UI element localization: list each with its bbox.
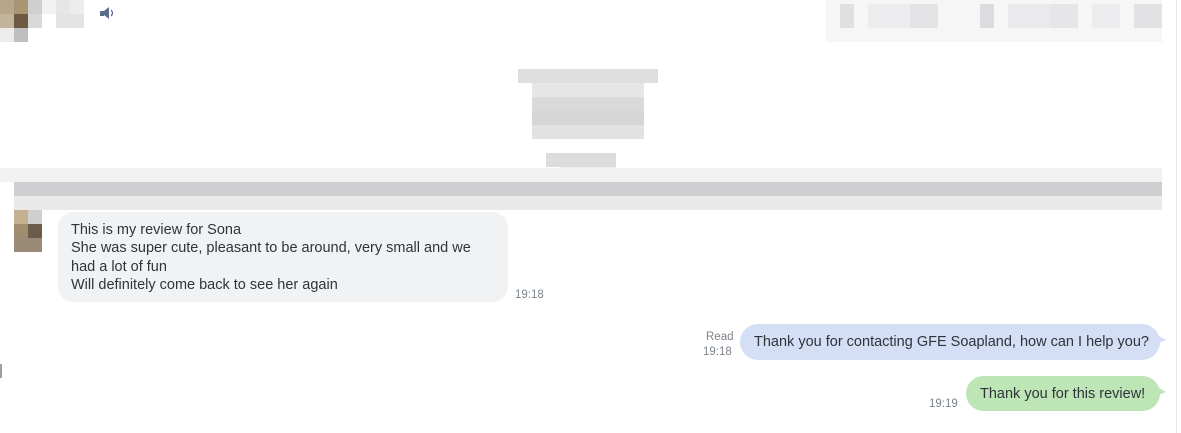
message-timestamp: 19:19 xyxy=(929,398,958,410)
chat-header xyxy=(0,0,1181,42)
read-status: Read xyxy=(706,331,734,343)
message-timestamp: 19:18 xyxy=(515,289,544,301)
contact-name-redacted xyxy=(42,0,84,28)
message-text: Thank you for contacting GFE Soapland, h… xyxy=(754,334,1149,350)
message-timestamp: 19:18 xyxy=(703,346,732,358)
message-line: She was super cute, pleasant to be aroun… xyxy=(71,240,471,256)
speaker-icon[interactable] xyxy=(99,7,115,19)
message-line: This is my review for Sona xyxy=(71,222,242,238)
outgoing-bubble[interactable]: Thank you for contacting GFE Soapland, h… xyxy=(740,324,1160,360)
message-text: Thank you for this review! xyxy=(980,385,1146,402)
text-caret xyxy=(0,364,2,378)
bubble-tail-icon xyxy=(1156,386,1166,396)
system-banner-redacted xyxy=(0,168,1162,210)
sender-avatar[interactable] xyxy=(14,210,42,252)
shared-profile-redacted xyxy=(518,69,658,181)
message-line: Will definitely come back to see her aga… xyxy=(71,277,338,293)
message-line: had a lot of fun xyxy=(71,259,167,275)
bubble-tail-icon xyxy=(1156,334,1166,344)
incoming-bubble[interactable]: This is my review for Sona She was super… xyxy=(58,212,508,302)
header-actions-redacted xyxy=(826,0,1162,42)
outgoing-bubble[interactable]: Thank you for this review! xyxy=(966,376,1160,411)
contact-avatar[interactable] xyxy=(0,0,42,42)
window-edge xyxy=(1176,0,1177,433)
